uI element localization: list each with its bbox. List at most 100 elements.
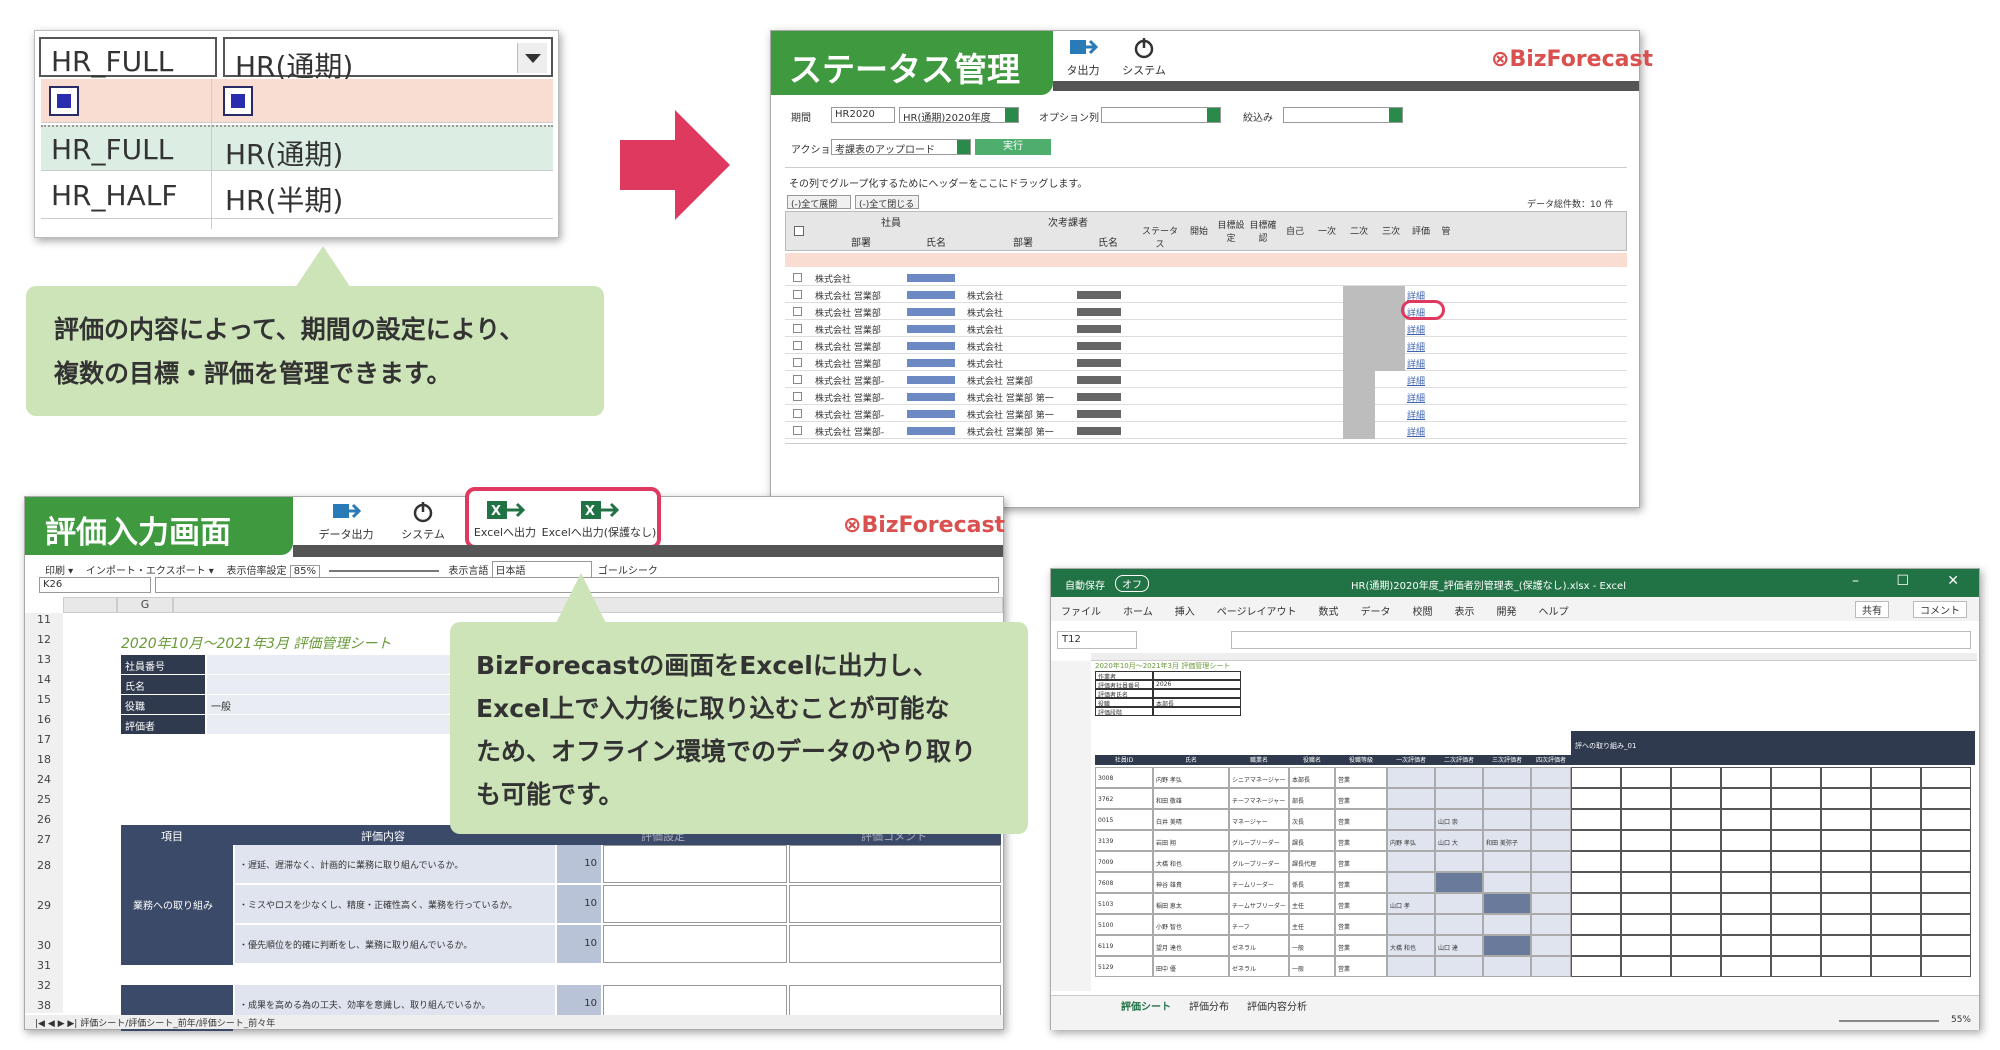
table-cell[interactable]: 営業 xyxy=(1335,956,1387,977)
table-cell[interactable] xyxy=(1435,914,1483,935)
table-cell[interactable]: 次長 xyxy=(1289,809,1335,830)
row-checkbox[interactable] xyxy=(793,324,802,333)
table-cell[interactable]: 営業 xyxy=(1335,788,1387,809)
table-cell[interactable] xyxy=(1531,893,1571,914)
row-number[interactable]: 12 xyxy=(25,633,63,646)
menu-1[interactable]: ホーム xyxy=(1123,607,1153,618)
table-cell[interactable] xyxy=(1483,788,1531,809)
grid-cell[interactable] xyxy=(1871,851,1921,872)
grid-cell[interactable] xyxy=(1571,851,1621,872)
row-number[interactable]: 26 xyxy=(25,813,63,826)
row-number[interactable]: 11 xyxy=(25,613,63,626)
row-checkbox[interactable] xyxy=(793,341,802,350)
table-cell[interactable]: 0015 xyxy=(1095,809,1153,830)
grid-cell[interactable] xyxy=(1571,872,1621,893)
table-row[interactable]: 株式会社 営業部 株式会社 詳細 xyxy=(785,337,1627,354)
table-cell[interactable]: 山口 孝 xyxy=(1387,893,1435,914)
column-header[interactable] xyxy=(63,597,117,613)
table-cell[interactable] xyxy=(1387,767,1435,788)
grid-cell[interactable] xyxy=(1621,893,1671,914)
table-cell[interactable]: シニアマネージャー xyxy=(1229,767,1289,788)
select-all-checkbox[interactable] xyxy=(49,86,79,116)
grid-cell[interactable] xyxy=(1721,935,1771,956)
grid-cell[interactable] xyxy=(1821,893,1871,914)
grid-cell[interactable] xyxy=(1771,914,1821,935)
row-number[interactable]: 28 xyxy=(25,859,63,872)
first-header[interactable]: 一次 xyxy=(1312,224,1342,237)
grid-cell[interactable] xyxy=(1771,851,1821,872)
info-value[interactable] xyxy=(1153,707,1241,716)
detail-link[interactable]: 詳細 xyxy=(1407,374,1425,387)
grid-cell[interactable] xyxy=(1921,788,1971,809)
column-header[interactable]: G xyxy=(117,597,173,613)
grid-cell[interactable] xyxy=(1921,935,1971,956)
grid-cell[interactable] xyxy=(1821,956,1871,977)
run-button[interactable]: 実行 xyxy=(975,139,1051,155)
minimize-icon[interactable]: – xyxy=(1852,573,1859,589)
table-cell[interactable]: 大橋 和也 xyxy=(1153,851,1229,872)
row-number[interactable]: 27 xyxy=(25,833,63,846)
goal-confirm-header[interactable]: 目標確認 xyxy=(1248,218,1278,244)
grid-cell[interactable] xyxy=(1721,893,1771,914)
chevron-down-icon[interactable] xyxy=(517,43,547,73)
table-cell[interactable]: 山口 大 xyxy=(1435,830,1483,851)
table-cell[interactable] xyxy=(1483,851,1531,872)
grid-cell[interactable] xyxy=(1621,767,1671,788)
select-all-checkbox-2[interactable] xyxy=(223,86,253,116)
grid-cell[interactable] xyxy=(1871,788,1921,809)
table-cell[interactable] xyxy=(1483,956,1531,977)
excel-export-button[interactable]: X Excelへ出力 xyxy=(473,499,537,540)
table-cell[interactable] xyxy=(1483,767,1531,788)
menu-3[interactable]: ページレイアウト xyxy=(1217,607,1297,618)
menu-5[interactable]: データ xyxy=(1361,607,1391,618)
data-export-button[interactable]: データ出力 xyxy=(311,501,381,542)
table-cell[interactable] xyxy=(1483,809,1531,830)
table-cell[interactable]: 望月 達也 xyxy=(1153,935,1229,956)
grid-cell[interactable] xyxy=(1821,914,1871,935)
grid-cell[interactable] xyxy=(1821,851,1871,872)
row-checkbox[interactable] xyxy=(793,409,802,418)
table-cell[interactable]: 営業 xyxy=(1335,935,1387,956)
menu-9[interactable]: ヘルプ xyxy=(1539,607,1569,618)
table-cell[interactable]: 3008 xyxy=(1095,767,1153,788)
table-cell[interactable] xyxy=(1435,872,1483,893)
evaluator-dept-header[interactable]: 部署 xyxy=(968,234,1078,249)
option-column-select[interactable] xyxy=(1101,107,1221,123)
table-cell[interactable]: 係長 xyxy=(1289,872,1335,893)
status-header[interactable]: ステータス xyxy=(1138,224,1182,250)
table-row[interactable]: 株式会社 営業部- 株式会社 営業部 第一 詳細 xyxy=(785,422,1627,439)
grid-cell[interactable] xyxy=(1721,788,1771,809)
collapse-all-button[interactable]: (-)全て閉じる xyxy=(855,195,919,209)
grid-cell[interactable] xyxy=(1771,893,1821,914)
grid-cell[interactable] xyxy=(1621,872,1671,893)
data-export-button[interactable]: タ出力 xyxy=(1053,37,1113,78)
info-value[interactable] xyxy=(207,655,467,674)
table-cell[interactable]: 営業 xyxy=(1335,809,1387,830)
table-row[interactable]: 株式会社 営業部 株式会社 詳細 xyxy=(785,286,1627,303)
grid-cell[interactable] xyxy=(1671,788,1721,809)
grid-cell[interactable] xyxy=(1671,809,1721,830)
grid-cell[interactable] xyxy=(1771,872,1821,893)
table-cell[interactable]: 和田 敬雄 xyxy=(1153,788,1229,809)
info-value[interactable] xyxy=(207,675,467,694)
period-code-select[interactable]: HR_FULL xyxy=(39,37,217,78)
table-cell[interactable]: マネージャー xyxy=(1229,809,1289,830)
grid-cell[interactable] xyxy=(1921,893,1971,914)
expand-all-button[interactable]: (-)全て展開 xyxy=(787,195,851,209)
table-cell[interactable]: 大橋 和也 xyxy=(1387,935,1435,956)
grid-cell[interactable] xyxy=(1571,809,1621,830)
cell-reference-box[interactable]: K26 xyxy=(39,577,151,593)
info-value[interactable]: 一般 xyxy=(207,695,467,714)
maximize-icon[interactable]: ☐ xyxy=(1896,573,1909,589)
table-cell[interactable] xyxy=(1531,914,1571,935)
table-cell[interactable]: ゼネラル xyxy=(1229,956,1289,977)
evaluation-header[interactable]: 評価 xyxy=(1406,224,1436,237)
grid-cell[interactable] xyxy=(1821,935,1871,956)
grid-cell[interactable] xyxy=(1571,788,1621,809)
grid-cell[interactable] xyxy=(1671,830,1721,851)
sheet-tab[interactable]: 評価内容分析 xyxy=(1247,1002,1307,1013)
grid-cell[interactable] xyxy=(1721,809,1771,830)
row-number[interactable]: 38 xyxy=(25,999,63,1012)
table-cell[interactable]: 内野 孝弘 xyxy=(1153,767,1229,788)
grid-cell[interactable] xyxy=(1771,830,1821,851)
